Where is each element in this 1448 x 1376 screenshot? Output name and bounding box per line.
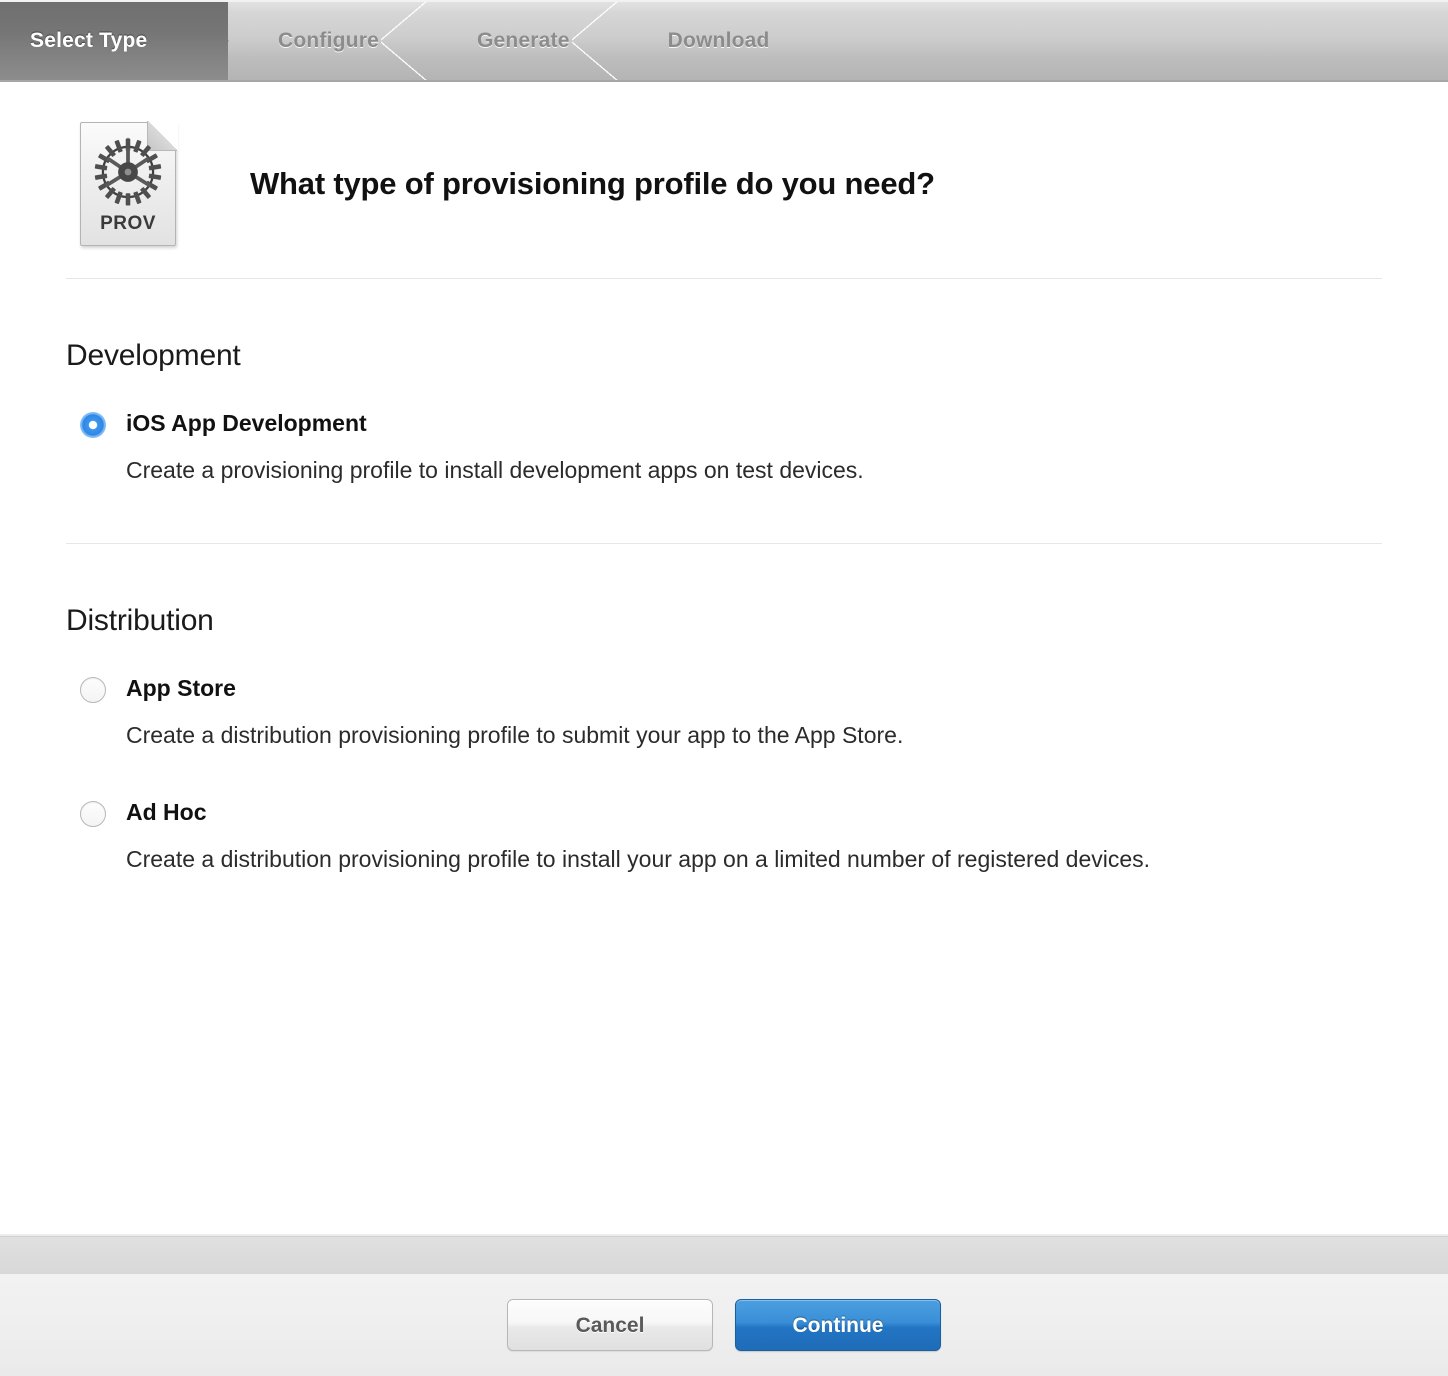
step-download[interactable]: Download	[618, 2, 818, 80]
step-label: Configure	[278, 29, 379, 52]
cancel-button[interactable]: Cancel	[507, 1299, 713, 1351]
option-label: iOS App Development	[126, 410, 367, 436]
step-label: Select Type	[30, 29, 148, 52]
option-label: App Store	[126, 675, 236, 701]
section-development: Development iOS App Development Create a…	[66, 279, 1382, 489]
section-title: Development	[66, 339, 241, 372]
provisioning-profile-icon: PROV	[80, 120, 178, 246]
gear-icon	[88, 134, 168, 210]
icon-caption: PROV	[100, 213, 156, 234]
page-title: What type of provisioning profile do you…	[250, 166, 935, 201]
radio-app-store[interactable]	[80, 677, 106, 703]
footer-actions: Cancel Continue	[0, 1274, 1448, 1376]
step-configure[interactable]: Configure	[228, 2, 427, 80]
option-label: Ad Hoc	[126, 799, 207, 825]
radio-ios-app-development[interactable]	[80, 412, 106, 438]
option-description: Create a distribution provisioning profi…	[126, 845, 1151, 872]
step-list: Select Type Configure Generate Download	[0, 2, 818, 80]
option-ad-hoc[interactable]: Ad Hoc Create a distribution provisionin…	[66, 798, 1382, 878]
option-ios-app-development[interactable]: iOS App Development Create a provisionin…	[66, 409, 1382, 489]
section-distribution: Distribution App Store Create a distribu…	[66, 544, 1382, 878]
section-title: Distribution	[66, 604, 214, 637]
step-select-type[interactable]: Select Type	[0, 2, 228, 80]
wizard-step-bar: Select Type Configure Generate Download	[0, 0, 1448, 82]
option-description: Create a provisioning profile to install…	[126, 456, 864, 483]
continue-button[interactable]: Continue	[735, 1299, 941, 1351]
main-content: Development iOS App Development Create a…	[0, 279, 1448, 878]
radio-ad-hoc[interactable]	[80, 801, 106, 827]
step-generate[interactable]: Generate	[427, 2, 618, 80]
provisioning-profile-wizard: Select Type Configure Generate Download	[0, 0, 1448, 1376]
footer-separator	[0, 1234, 1448, 1274]
step-label: Generate	[476, 29, 570, 52]
step-label: Download	[667, 29, 770, 52]
option-description: Create a distribution provisioning profi…	[126, 721, 904, 748]
option-app-store[interactable]: App Store Create a distribution provisio…	[66, 674, 1382, 754]
page-header: PROV What type of provisioning profile d…	[0, 82, 1448, 252]
